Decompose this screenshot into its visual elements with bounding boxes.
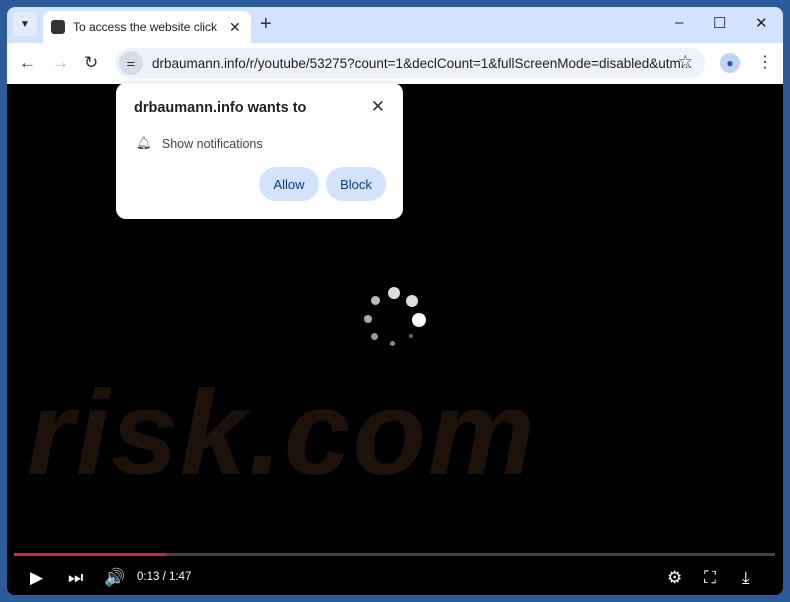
reload-icon[interactable]: ↻: [84, 53, 98, 73]
time-display: 0:13 / 1:47: [137, 571, 192, 583]
browser-window: ▼ To access the website click the "Allow…: [7, 7, 783, 595]
popup-title: drbaumann.info wants to: [134, 100, 307, 116]
seek-bar[interactable]: [14, 553, 775, 556]
close-window-button[interactable]: ✕: [755, 14, 768, 32]
address-bar[interactable]: ⚌ drbaumann.info/r/youtube/53275?count=1…: [115, 48, 705, 78]
favicon-icon: [51, 20, 65, 34]
play-icon[interactable]: ▶: [30, 568, 43, 588]
volume-icon[interactable]: 🔊: [104, 568, 125, 588]
forward-icon[interactable]: →: [52, 53, 69, 73]
permission-label: Show notifications: [161, 136, 263, 151]
tab-close-icon[interactable]: ✕: [229, 19, 241, 36]
seek-bar-fill: [14, 553, 167, 556]
bookmark-star-icon[interactable]: ☆: [678, 52, 693, 72]
minimize-button[interactable]: –: [675, 14, 683, 31]
menu-icon[interactable]: ⋮: [757, 52, 773, 72]
popup-close-icon[interactable]: ✕: [371, 97, 385, 117]
new-tab-button[interactable]: +: [260, 13, 272, 36]
tab-search-button[interactable]: ▼: [13, 12, 37, 36]
settings-icon[interactable]: ⚙: [667, 568, 682, 588]
allow-button[interactable]: Allow: [259, 167, 319, 201]
tab-title: To access the website click the "Allow" …: [73, 20, 219, 34]
toolbar: ← → ↻ ⚌ drbaumann.info/r/youtube/53275?c…: [7, 43, 783, 84]
bell-icon: 🔔︎: [136, 136, 152, 150]
notification-permission-popup: drbaumann.info wants to ✕ 🔔︎ Show notifi…: [116, 83, 403, 219]
profile-icon[interactable]: ●: [720, 53, 740, 73]
active-tab[interactable]: To access the website click the "Allow" …: [43, 11, 251, 43]
download-icon[interactable]: ⤓: [742, 568, 750, 588]
permission-row: 🔔︎ Show notifications: [136, 136, 263, 151]
watermark: risk.com: [27, 366, 537, 500]
site-info-icon[interactable]: ⚌: [119, 51, 143, 75]
back-icon[interactable]: ←: [19, 53, 36, 73]
next-icon[interactable]: ⏭: [68, 568, 83, 588]
url-text[interactable]: drbaumann.info/r/youtube/53275?count=1&d…: [152, 56, 692, 71]
block-button[interactable]: Block: [326, 167, 386, 201]
maximize-button[interactable]: ☐: [713, 14, 726, 32]
tab-strip: ▼ To access the website click the "Allow…: [7, 7, 783, 43]
fullscreen-icon[interactable]: ⛶: [704, 568, 716, 588]
